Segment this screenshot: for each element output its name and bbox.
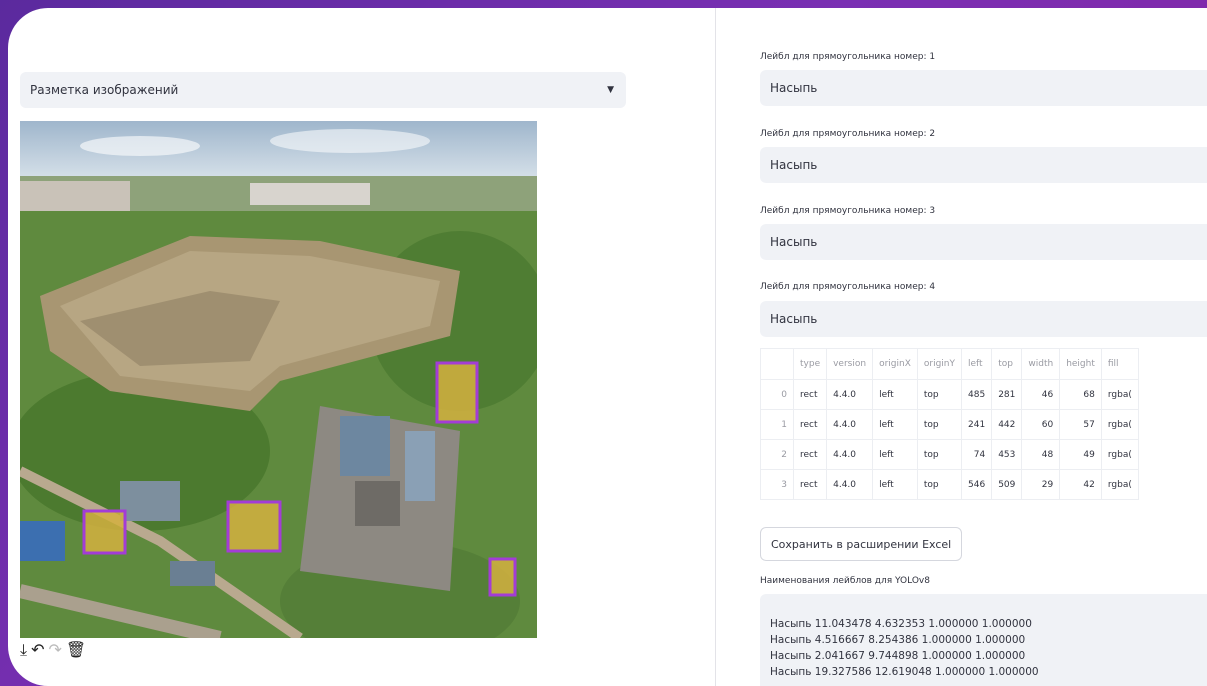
yolo-labels-textarea[interactable]: Насыпь 11.043478 4.632353 1.000000 1.000…	[760, 594, 1207, 686]
label-input-2-value: Насыпь	[770, 158, 818, 172]
bbox-3[interactable]	[488, 557, 517, 597]
cell-originy: top	[916, 379, 963, 410]
cell-left: 485	[960, 379, 993, 410]
cell-originy: top	[916, 469, 963, 500]
col-header-originx: originX	[872, 348, 918, 380]
label-caption-2: Лейбл для прямоугольника номер: 2	[760, 129, 936, 139]
dataframe-header: type version originX originY left top wi…	[760, 348, 1139, 380]
label-input-4[interactable]: Насыпь	[760, 301, 1207, 337]
table-row[interactable]: 1 rect 4.4.0 left top 241 442 60 57 rgba…	[760, 409, 1139, 440]
app-window: Разметка изображений ▼ ⤓ ↶ ↷ 🗑 Лейбл для…	[8, 8, 1207, 686]
cell-version: 4.4.0	[826, 409, 874, 440]
cell-height: 49	[1059, 439, 1102, 470]
bbox-2[interactable]	[82, 509, 127, 555]
cell-height: 57	[1059, 409, 1102, 440]
cell-originx: left	[872, 409, 918, 440]
col-header-fill: fill	[1100, 348, 1139, 380]
label-input-1-value: Насыпь	[770, 81, 818, 95]
label-caption-3: Лейбл для прямоугольника номер: 3	[760, 206, 936, 216]
mode-selectbox[interactable]: Разметка изображений ▼	[20, 72, 626, 108]
label-input-4-value: Насыпь	[770, 312, 818, 326]
aerial-photo	[20, 121, 537, 638]
label-caption-1: Лейбл для прямоугольника номер: 1	[760, 52, 936, 62]
cell-originx: left	[872, 439, 918, 470]
table-row[interactable]: 3 rect 4.4.0 left top 546 509 29 42 rgba…	[760, 469, 1139, 500]
label-input-3[interactable]: Насыпь	[760, 224, 1207, 260]
cell-width: 48	[1021, 439, 1061, 470]
label-input-2[interactable]: Насыпь	[760, 147, 1207, 183]
cell-version: 4.4.0	[826, 379, 874, 410]
undo-icon[interactable]: ↶	[31, 641, 44, 659]
cell-fill: rgba(	[1100, 409, 1139, 440]
bbox-0[interactable]	[435, 361, 479, 424]
cell-fill: rgba(	[1100, 379, 1139, 410]
cell-height: 68	[1059, 379, 1102, 410]
cell-type: rect	[792, 409, 828, 440]
download-icon[interactable]: ⤓	[20, 641, 27, 659]
column-divider	[715, 8, 716, 686]
yolo-line: Насыпь 19.327586 12.619048 1.000000 1.00…	[770, 666, 1039, 678]
mode-selectbox-value: Разметка изображений	[30, 83, 179, 97]
label-input-1[interactable]: Насыпь	[760, 70, 1207, 106]
label-caption-4: Лейбл для прямоугольника номер: 4	[760, 282, 936, 292]
cell-type: rect	[792, 439, 828, 470]
cell-top: 442	[991, 409, 1023, 440]
chevron-down-icon: ▼	[607, 85, 614, 95]
label-input-3-value: Насыпь	[770, 235, 818, 249]
table-row[interactable]: 0 rect 4.4.0 left top 485 281 46 68 rgba…	[760, 379, 1139, 410]
cell-index: 0	[760, 379, 794, 410]
cell-originy: top	[916, 439, 963, 470]
cell-left: 546	[960, 469, 993, 500]
cell-height: 42	[1059, 469, 1102, 500]
save-excel-button[interactable]: Сохранить в расширении Excel	[760, 527, 963, 561]
cell-fill: rgba(	[1100, 469, 1139, 500]
col-header-type: type	[792, 348, 828, 380]
rectangles-dataframe[interactable]: type version originX originY left top wi…	[760, 348, 1139, 500]
yolo-line: Насыпь 2.041667 9.744898 1.000000 1.0000…	[770, 650, 1026, 662]
cell-type: rect	[792, 469, 828, 500]
cell-type: rect	[792, 379, 828, 410]
redo-icon[interactable]: ↷	[48, 641, 61, 659]
cell-index: 3	[760, 469, 794, 500]
cell-index: 2	[760, 439, 794, 470]
cell-index: 1	[760, 409, 794, 440]
col-header-index	[760, 348, 794, 380]
col-header-version: version	[826, 348, 874, 380]
cell-originy: top	[916, 409, 963, 440]
col-header-top: top	[991, 348, 1023, 380]
cell-top: 281	[991, 379, 1023, 410]
cell-version: 4.4.0	[826, 439, 874, 470]
col-header-originy: originY	[916, 348, 963, 380]
yolo-line: Насыпь 11.043478 4.632353 1.000000 1.000…	[770, 618, 1032, 630]
right-panel: Лейбл для прямоугольника номер: 1 Насыпь…	[760, 8, 1207, 686]
cell-originx: left	[872, 379, 918, 410]
col-header-width: width	[1021, 348, 1061, 380]
cell-width: 29	[1021, 469, 1061, 500]
cell-width: 60	[1021, 409, 1061, 440]
col-header-left: left	[960, 348, 993, 380]
yolo-caption: Наименования лейблов для YOLOv8	[760, 576, 930, 586]
drawable-canvas[interactable]	[20, 121, 537, 638]
yolo-line: Насыпь 4.516667 8.254386 1.000000 1.0000…	[770, 634, 1026, 646]
canvas-toolbar: ⤓ ↶ ↷ 🗑	[20, 640, 86, 660]
col-header-height: height	[1059, 348, 1102, 380]
trash-icon[interactable]: 🗑	[66, 641, 86, 659]
cell-top: 509	[991, 469, 1023, 500]
cell-top: 453	[991, 439, 1023, 470]
bbox-1[interactable]	[226, 500, 282, 553]
cell-left: 74	[960, 439, 993, 470]
table-row[interactable]: 2 rect 4.4.0 left top 74 453 48 49 rgba(	[760, 439, 1139, 470]
cell-fill: rgba(	[1100, 439, 1139, 470]
cell-left: 241	[960, 409, 993, 440]
cell-originx: left	[872, 469, 918, 500]
cell-version: 4.4.0	[826, 469, 874, 500]
cell-width: 46	[1021, 379, 1061, 410]
